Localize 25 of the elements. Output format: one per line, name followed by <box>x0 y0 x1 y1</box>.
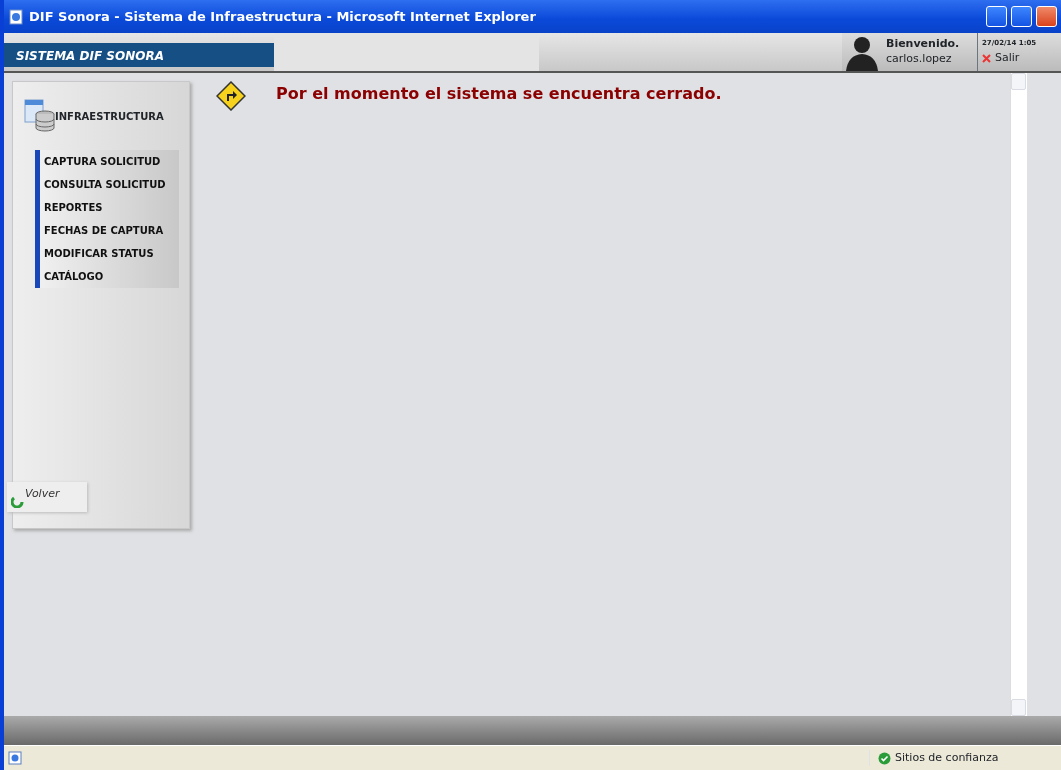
menu-item[interactable]: MODIFICAR STATUS <box>35 242 179 265</box>
menu-item[interactable]: CONSULTA SOLICITUD <box>35 173 179 196</box>
minimize-button[interactable] <box>986 6 1007 27</box>
window-title: DIF Sonora - Sistema de Infraestructura - Microsoft Internet Explorer <box>29 7 536 26</box>
status-message: Por el momento el sistema se encuentra cerrado. <box>276 83 722 105</box>
menu-item[interactable]: REPORTES <box>35 196 179 219</box>
menu-item[interactable]: CATÁLOGO <box>35 265 179 288</box>
username: carlos.lopez <box>886 51 953 67</box>
close-icon <box>982 53 991 63</box>
turn-sign-icon <box>216 81 246 111</box>
section-title: INFRAESTRUCTURA <box>55 109 164 124</box>
database-icon <box>23 98 55 134</box>
scrollbar[interactable] <box>1010 73 1027 716</box>
logout-link[interactable]: Salir <box>982 52 1039 64</box>
browser-icon <box>8 8 24 25</box>
back-link[interactable]: Volver <box>7 482 87 512</box>
security-zone: Sitios de confianza <box>895 749 999 766</box>
menu-item[interactable]: FECHAS DE CAPTURA <box>35 219 179 242</box>
welcome-text: Bienvenido. <box>886 37 961 51</box>
site-brand: SISTEMA DIF SONORA <box>4 43 274 67</box>
page-icon <box>8 751 22 765</box>
menu-item[interactable]: CAPTURA SOLICITUD <box>35 150 179 173</box>
check-icon <box>878 751 891 765</box>
maximize-button[interactable] <box>1011 6 1032 27</box>
close-button[interactable] <box>1036 6 1057 27</box>
